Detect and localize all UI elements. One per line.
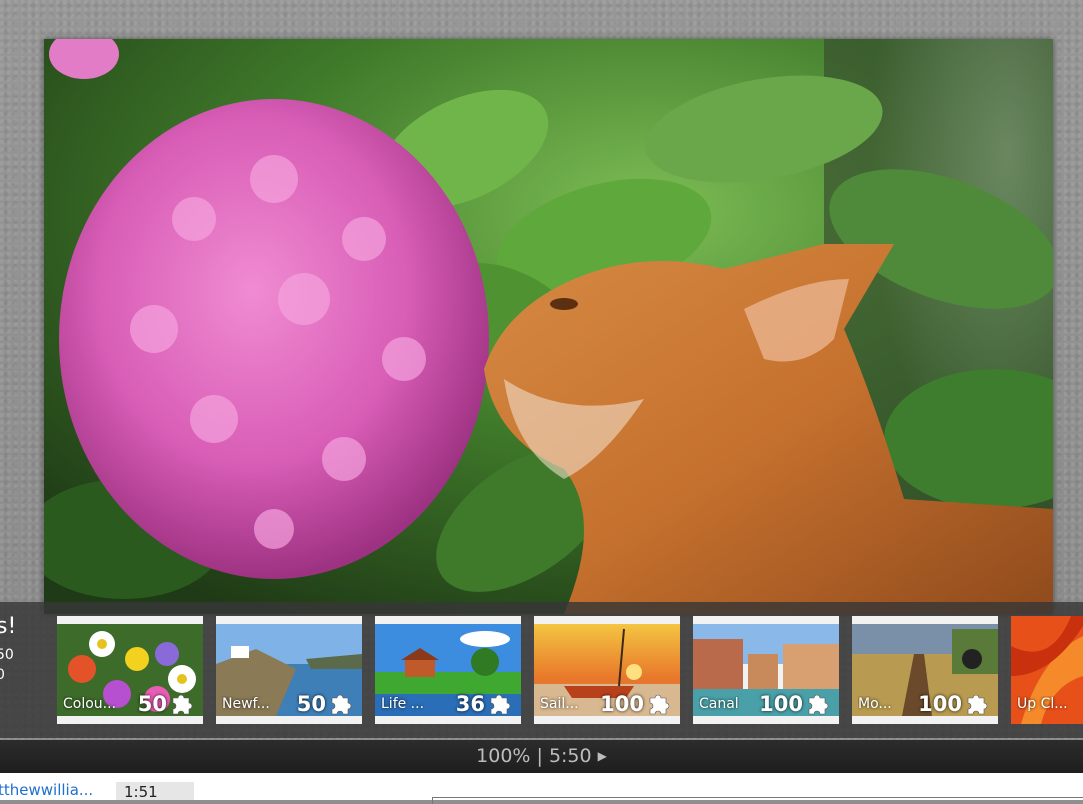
strip-line-1: 50	[0, 647, 14, 663]
puzzle-piece-icon	[808, 694, 829, 715]
puzzle-thumbnail[interactable]: Colou... 50	[57, 616, 203, 724]
piece-count: 50	[296, 692, 326, 716]
progress-timer-text: 100% | 5:50	[476, 745, 592, 767]
piece-count: 100	[600, 692, 644, 716]
piece-count: 100	[759, 692, 803, 716]
puzzle-piece-icon	[649, 694, 670, 715]
piece-count: 100	[918, 692, 962, 716]
thumbnail-title: Sail...	[540, 696, 579, 712]
puzzle-thumbnail[interactable]: Life ... 36	[375, 616, 521, 724]
strip-info: s! 50 0	[0, 616, 16, 688]
puzzle-piece-icon	[172, 694, 193, 715]
puzzle-piece-icon	[331, 694, 352, 715]
piece-count: 36	[455, 692, 485, 716]
thumbnail-title: Mo...	[858, 696, 892, 712]
strip-line-2: 0	[0, 667, 5, 683]
thumbnail-title: Colou...	[63, 696, 117, 712]
puzzle-piece-icon	[490, 694, 511, 715]
puzzle-image[interactable]	[44, 39, 1053, 614]
puzzle-thumbnail[interactable]: Up Cl...	[1011, 616, 1083, 724]
puzzle-thumbnail[interactable]: Mo... 100	[852, 616, 998, 724]
puzzle-thumbnail[interactable]: Newf... 50	[216, 616, 362, 724]
play-icon[interactable]: ▶	[598, 749, 607, 763]
thumbnail-title: Life ...	[381, 696, 425, 712]
puzzle-piece-icon	[967, 694, 988, 715]
thumbnail-title: Up Cl...	[1017, 696, 1068, 712]
footer: tthewwillia... 1:51	[0, 773, 1083, 804]
piece-count: 50	[137, 692, 167, 716]
time-badge: 1:51	[116, 782, 194, 801]
username-link[interactable]: tthewwillia...	[0, 781, 93, 799]
text-input[interactable]	[432, 797, 1083, 804]
status-bar: 100% | 5:50 ▶	[0, 740, 1083, 773]
puzzle-thumbnail[interactable]: Canal 100	[693, 616, 839, 724]
thumbnail-title: Canal	[699, 696, 739, 712]
puzzle-thumbnail[interactable]: Sail... 100	[534, 616, 680, 724]
thumbnail-title: Newf...	[222, 696, 270, 712]
strip-heading: s!	[0, 614, 17, 639]
